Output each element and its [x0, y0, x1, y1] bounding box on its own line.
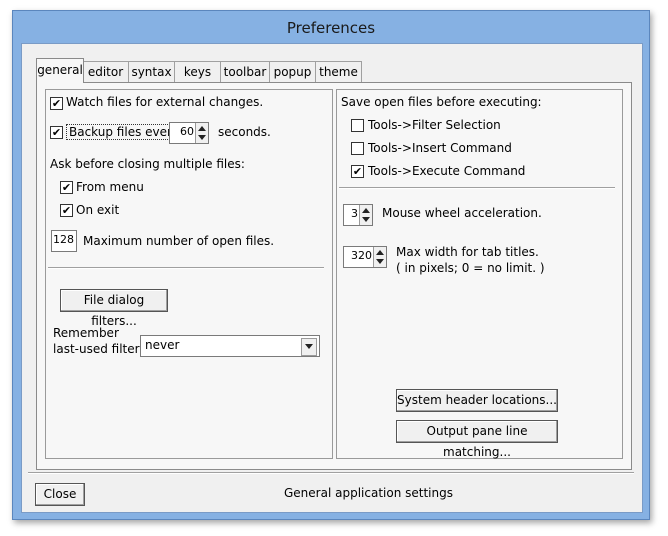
- spin-up-icon[interactable]: [376, 250, 384, 255]
- max-open-files-label: Maximum number of open files.: [83, 234, 275, 248]
- filter-selection-label: Tools->Filter Selection: [368, 118, 501, 132]
- execute-command-label: Tools->Execute Command: [368, 164, 526, 178]
- tab-general[interactable]: general: [36, 58, 84, 83]
- system-header-locations-button[interactable]: System header locations...: [396, 389, 558, 412]
- spin-up-icon[interactable]: [362, 208, 370, 213]
- remember-label-line1: Remember: [53, 326, 119, 340]
- insert-command-label: Tools->Insert Command: [368, 141, 512, 155]
- max-open-files-value: 128: [53, 233, 74, 246]
- tab-keys[interactable]: keys: [174, 61, 221, 82]
- remember-filter-select[interactable]: never: [140, 335, 320, 357]
- spinner-arrows[interactable]: [373, 247, 386, 267]
- left-divider: [48, 267, 324, 269]
- on-exit-label: On exit: [76, 203, 120, 217]
- tab-width-hint: ( in pixels; 0 = no limit. ): [396, 261, 545, 275]
- tab-width-label: Max width for tab titles.: [396, 245, 539, 259]
- ask-closing-label: Ask before closing multiple files:: [50, 157, 245, 171]
- max-open-files-field[interactable]: 128: [51, 230, 77, 252]
- tab-theme[interactable]: theme: [315, 61, 362, 82]
- window-title: Preferences: [286, 19, 376, 37]
- dialog-client-area: general editor syntax keys toolbar popup…: [21, 43, 643, 513]
- close-button[interactable]: Close: [35, 483, 85, 506]
- backup-files-label: Backup files every: [66, 124, 183, 140]
- left-settings-panel: ✔ Watch files for external changes. ✔ Ba…: [45, 89, 333, 459]
- from-menu-checkbox[interactable]: ✔: [60, 181, 73, 194]
- backup-interval-spinner[interactable]: 60: [169, 122, 209, 144]
- mouse-wheel-label: Mouse wheel acceleration.: [382, 206, 542, 220]
- right-settings-panel: Save open files before executing: Tools-…: [336, 89, 623, 459]
- tab-syntax[interactable]: syntax: [128, 61, 175, 82]
- preferences-window: Preferences general editor syntax keys t…: [12, 10, 650, 520]
- status-text: General application settings: [284, 486, 453, 500]
- mouse-wheel-spinner[interactable]: 3: [343, 204, 373, 226]
- spin-down-icon[interactable]: [362, 217, 370, 222]
- insert-command-checkbox[interactable]: [351, 142, 364, 155]
- backup-interval-value: 60: [180, 125, 194, 138]
- tab-editor[interactable]: editor: [82, 61, 129, 82]
- spinner-arrows[interactable]: [359, 205, 372, 225]
- file-dialog-filters-button[interactable]: File dialog filters...: [60, 289, 168, 328]
- remember-label-line2: last-used filter :: [53, 342, 148, 356]
- general-tab-page: ✔ Watch files for external changes. ✔ Ba…: [36, 82, 632, 470]
- spin-down-icon[interactable]: [376, 259, 384, 264]
- footer-divider: [28, 472, 634, 474]
- output-pane-line-matching-button[interactable]: Output pane line matching...: [396, 420, 558, 459]
- mouse-wheel-value: 3: [351, 207, 358, 220]
- watch-files-label: Watch files for external changes.: [66, 95, 264, 109]
- watch-files-checkbox[interactable]: ✔: [50, 97, 63, 110]
- remember-filter-value: never: [145, 338, 180, 352]
- tab-width-spinner[interactable]: 320: [343, 246, 387, 268]
- from-menu-label: From menu: [76, 180, 144, 194]
- spin-down-icon[interactable]: [198, 135, 206, 140]
- backup-files-checkbox[interactable]: ✔: [50, 126, 63, 139]
- filter-selection-checkbox[interactable]: [351, 119, 364, 132]
- spinner-arrows[interactable]: [195, 123, 208, 143]
- tab-toolbar[interactable]: toolbar: [220, 61, 270, 82]
- spin-up-icon[interactable]: [198, 126, 206, 131]
- right-divider: [339, 187, 615, 189]
- on-exit-checkbox[interactable]: ✔: [60, 204, 73, 217]
- tab-popup[interactable]: popup: [269, 61, 316, 82]
- chevron-down-icon[interactable]: [301, 338, 317, 356]
- backup-seconds-label: seconds.: [218, 125, 271, 139]
- tab-width-value: 320: [351, 249, 372, 262]
- save-before-executing-label: Save open files before executing:: [341, 95, 542, 109]
- execute-command-checkbox[interactable]: ✔: [351, 165, 364, 178]
